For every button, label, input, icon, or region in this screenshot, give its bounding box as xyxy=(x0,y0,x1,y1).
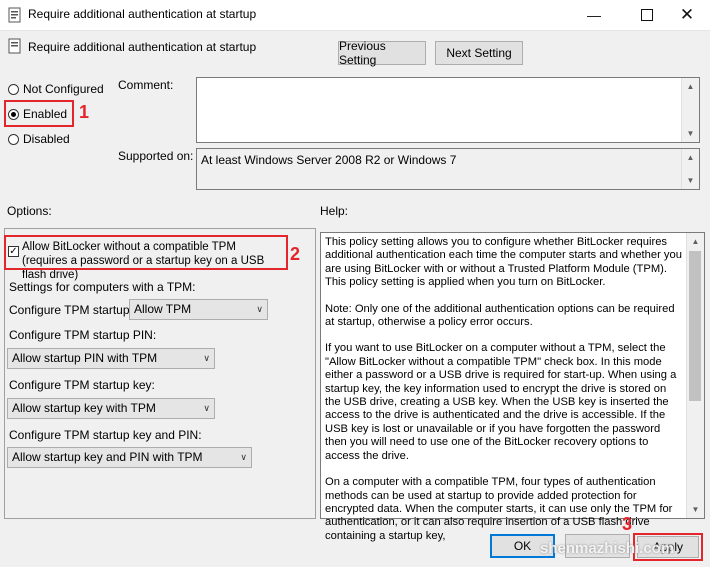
scroll-down-icon[interactable]: ▼ xyxy=(682,125,699,142)
help-scrollbar[interactable]: ▲ ▼ xyxy=(686,233,704,518)
help-paragraph: Note: Only one of the additional authent… xyxy=(325,302,675,329)
maximize-icon xyxy=(641,9,653,21)
supported-field: At least Windows Server 2008 R2 or Windo… xyxy=(196,148,700,190)
radio-not-configured[interactable]: Not Configured xyxy=(8,82,104,96)
keypin-select[interactable]: Allow startup key and PIN with TPM ∨ xyxy=(7,447,252,468)
key-select[interactable]: Allow startup key with TPM ∨ xyxy=(7,398,215,419)
tpm-startup-label: Configure TPM startup: xyxy=(9,303,133,317)
window-title: Require additional authentication at sta… xyxy=(28,7,257,21)
help-panel: This policy setting allows you to config… xyxy=(320,232,705,542)
tpm-startup-select[interactable]: Allow TPM ∨ xyxy=(129,299,268,320)
close-icon: ✕ xyxy=(679,5,695,24)
help-text: This policy setting allows you to config… xyxy=(325,236,684,556)
tpm-startup-value: Allow TPM xyxy=(134,302,192,316)
chevron-down-icon: ∨ xyxy=(240,452,247,462)
policy-app-icon xyxy=(8,7,21,23)
setting-icon xyxy=(8,38,21,54)
help-paragraph: If you want to use BitLocker on a comput… xyxy=(325,342,677,462)
annotation-number-3: 3 xyxy=(622,514,633,534)
watermark: shenmazhishi.com xyxy=(540,540,675,557)
help-paragraph: This policy setting allows you to config… xyxy=(325,236,682,289)
pin-label: Configure TPM startup PIN: xyxy=(9,328,157,342)
chevron-down-icon: ∨ xyxy=(203,403,210,413)
radio-circle xyxy=(8,83,19,95)
comment-textarea[interactable]: ▲ ▼ xyxy=(196,77,700,143)
scroll-up-icon[interactable]: ▲ xyxy=(682,78,699,95)
annotation-number-1: 1 xyxy=(79,102,90,122)
pin-select[interactable]: Allow startup PIN with TPM ∨ xyxy=(7,348,215,369)
tpm-settings-label: Settings for computers with a TPM: xyxy=(9,280,196,294)
title-bar: Require additional authentication at sta… xyxy=(0,0,710,31)
supported-scrollbar[interactable]: ▲ ▼ xyxy=(681,149,699,189)
comment-label: Comment: xyxy=(118,78,174,92)
radio-label: Not Configured xyxy=(23,82,104,96)
comment-scrollbar[interactable]: ▲ ▼ xyxy=(681,78,699,142)
scroll-down-icon[interactable]: ▼ xyxy=(687,501,704,518)
annotation-box-1 xyxy=(4,100,74,127)
radio-label: Disabled xyxy=(23,132,70,146)
annotation-number-2: 2 xyxy=(290,244,301,264)
keypin-value: Allow startup key and PIN with TPM xyxy=(12,450,203,464)
scroll-up-icon[interactable]: ▲ xyxy=(687,233,704,250)
close-button[interactable]: ✕ xyxy=(664,0,710,30)
key-label: Configure TPM startup key: xyxy=(9,378,155,392)
chevron-down-icon: ∨ xyxy=(256,304,263,314)
minimize-icon: — xyxy=(587,7,601,23)
previous-setting-button[interactable]: Previous Setting xyxy=(338,39,426,67)
keypin-label: Configure TPM startup key and PIN: xyxy=(9,428,202,442)
supported-label: Supported on: xyxy=(118,149,194,163)
scroll-down-icon[interactable]: ▼ xyxy=(682,172,699,189)
radio-disabled[interactable]: Disabled xyxy=(8,132,70,146)
next-setting-button[interactable]: Next Setting xyxy=(435,41,523,65)
pin-value: Allow startup PIN with TPM xyxy=(12,351,158,365)
chevron-down-icon: ∨ xyxy=(203,353,210,363)
scroll-up-icon[interactable]: ▲ xyxy=(682,149,699,166)
minimize-button[interactable]: — xyxy=(571,0,617,30)
radio-circle xyxy=(8,133,19,145)
annotation-box-2 xyxy=(4,235,288,270)
scroll-thumb[interactable] xyxy=(689,251,701,401)
key-value: Allow startup key with TPM xyxy=(12,401,156,415)
help-label: Help: xyxy=(320,204,349,218)
options-label: Options: xyxy=(7,204,52,218)
supported-value: At least Windows Server 2008 R2 or Windo… xyxy=(201,153,457,167)
setting-name: Require additional authentication at sta… xyxy=(28,40,257,54)
